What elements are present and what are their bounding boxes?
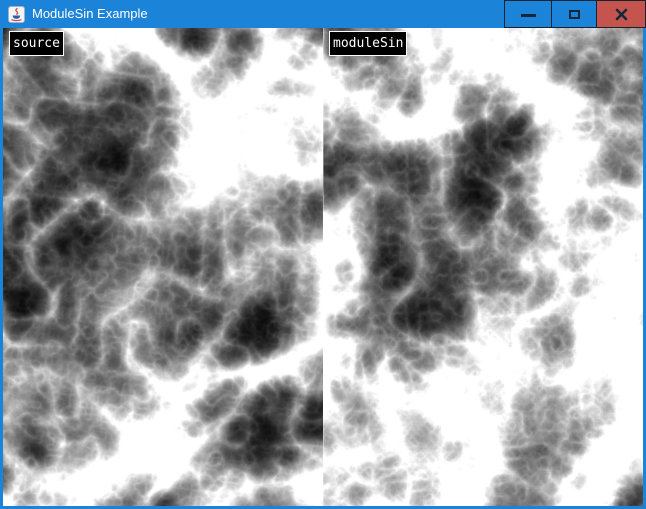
source-label: source xyxy=(9,31,64,56)
panel-source: source xyxy=(3,28,323,506)
window-controls xyxy=(504,0,646,28)
minimize-button[interactable] xyxy=(504,0,551,28)
panel-modulesin: moduleSin xyxy=(323,28,643,506)
render-area: source moduleSin xyxy=(3,28,643,506)
modulesin-label: moduleSin xyxy=(329,31,407,56)
maximize-button[interactable] xyxy=(551,0,597,28)
app-window: ModuleSin Example source mo xyxy=(0,0,646,509)
window-title: ModuleSin Example xyxy=(32,0,148,28)
source-label-text: source xyxy=(13,36,60,51)
java-coffee-cup-icon xyxy=(8,6,25,23)
close-icon xyxy=(615,8,628,21)
titlebar[interactable]: ModuleSin Example xyxy=(0,0,646,28)
minimize-icon xyxy=(521,14,536,17)
modulesin-label-text: moduleSin xyxy=(333,36,403,51)
source-noise-canvas xyxy=(3,28,323,506)
modulesin-noise-canvas xyxy=(323,28,643,506)
close-button[interactable] xyxy=(597,0,646,28)
maximize-icon xyxy=(569,10,580,19)
